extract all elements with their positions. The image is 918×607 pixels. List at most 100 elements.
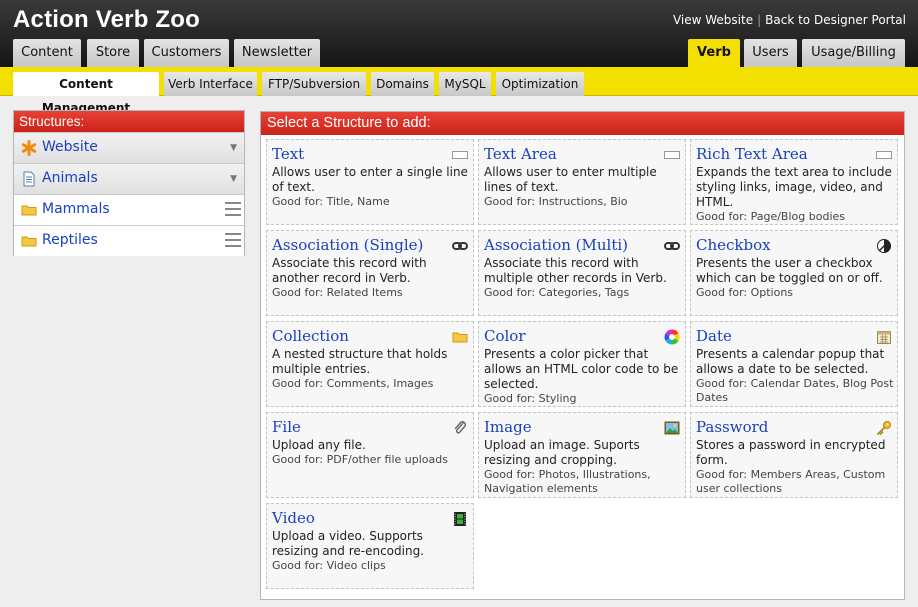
card-good-for: Good for: Members Areas, Custom user col… [696,468,886,495]
card-title: File [272,418,301,436]
card-title: Date [696,327,732,345]
paperclip-icon [454,421,466,434]
card-description: Expands the text area to include styling… [696,165,892,209]
select-structure-panel: Select a Structure to add: Text Allows u… [260,111,905,600]
subtab-domains[interactable]: Domains [371,72,434,96]
top-links: View Website | Back to Designer Portal [673,13,906,27]
structure-card-color[interactable]: Color Presents a color picker that allow… [478,321,686,407]
card-title: Checkbox [696,236,771,254]
card-good-for: Good for: Video clips [272,559,386,572]
card-title: Video [272,509,315,527]
view-website-link[interactable]: View Website [673,13,753,27]
card-description: Associate this record with another recor… [272,256,427,285]
card-good-for: Good for: Title, Name [272,195,390,208]
card-description: Presents a calendar popup that allows a … [696,347,885,376]
card-description: Upload any file. [272,438,366,452]
structure-card-date[interactable]: Date Presents a calendar popup that allo… [690,321,898,407]
toggle-icon [877,239,891,253]
card-description: Stores a password in encrypted form. [696,438,886,467]
card-title: Rich Text Area [696,145,808,163]
structures-panel: Structures: Website ▼ Animals ▼ Mammals … [13,110,245,256]
link-icon [664,242,680,250]
subtab-content-management[interactable]: Content Management [13,72,159,115]
color-wheel-icon [664,329,680,345]
tab-newsletter[interactable]: Newsletter [234,39,320,67]
structure-card-file[interactable]: File Upload any file. Good for: PDF/other… [266,412,474,498]
subtab-verb-interface[interactable]: Verb Interface [164,72,257,96]
link-icon [452,242,468,250]
structure-label: Animals [42,170,98,186]
card-good-for: Good for: Calendar Dates, Blog Post Date… [696,377,894,404]
structure-card-text[interactable]: Text Allows user to enter a single line … [266,139,474,225]
card-good-for: Good for: Photos, Illustrations, Navigat… [484,468,651,495]
chevron-down-icon[interactable]: ▼ [230,174,237,184]
card-description: Presents the user a checkbox which can b… [696,256,883,285]
card-title: Text Area [484,145,557,163]
structure-card-association-single[interactable]: Association (Single) Associate this reco… [266,230,474,316]
card-title: Text [272,145,305,163]
card-description: Allows user to enter multiple lines of t… [484,165,657,194]
tab-store[interactable]: Store [87,39,139,67]
page-icon [23,171,35,187]
folder-icon [21,205,37,216]
subtab-ftp-subversion[interactable]: FTP/Subversion [262,72,366,96]
structure-card-image[interactable]: Image Upload an image. Suports resizing … [478,412,686,498]
card-title: Collection [272,327,349,345]
link-separator: | [757,13,762,27]
drag-handle-icon[interactable] [225,233,241,249]
structure-item-mammals[interactable]: Mammals [14,194,244,225]
card-description: A nested structure that holds multiple e… [272,347,448,376]
structure-card-password[interactable]: Password Stores a password in encrypted … [690,412,898,498]
card-description: Upload an image. Suports resizing and cr… [484,438,640,467]
tab-customers[interactable]: Customers [144,39,229,67]
tab-verb[interactable]: Verb [688,39,740,67]
calendar-icon [877,331,891,344]
structure-item-website[interactable]: Website ▼ [14,132,244,163]
card-description: Associate this record with multiple othe… [484,256,667,285]
image-icon [664,421,680,435]
card-title: Association (Multi) [484,236,629,254]
card-good-for: Good for: Categories, Tags [484,286,630,299]
structure-card-association-multi[interactable]: Association (Multi) Associate this recor… [478,230,686,316]
card-description: Presents a color picker that allows an H… [484,347,679,391]
structure-card-video[interactable]: Video Upload a video. Supports resizing … [266,503,474,589]
structure-item-animals[interactable]: Animals ▼ [14,163,244,194]
structure-label: Reptiles [42,232,98,248]
card-title: Password [696,418,769,436]
back-to-portal-link[interactable]: Back to Designer Portal [765,13,906,27]
card-good-for: Good for: Related Items [272,286,403,299]
sub-navigation: Content Management Verb Interface FTP/Su… [0,67,918,115]
card-title: Association (Single) [272,236,424,254]
card-good-for: Good for: Comments, Images [272,377,434,390]
card-good-for: Good for: PDF/other file uploads [272,453,448,466]
chevron-down-icon[interactable]: ▼ [230,143,237,153]
card-good-for: Good for: Styling [484,392,577,405]
structure-card-text-area[interactable]: Text Area Allows user to enter multiple … [478,139,686,225]
folder-icon [452,332,468,343]
key-icon [877,421,891,435]
tab-users[interactable]: Users [744,39,797,67]
tab-content[interactable]: Content [13,39,81,67]
film-icon [454,512,466,526]
text-field-icon [452,151,468,159]
asterisk-icon [21,140,37,156]
card-description: Upload a video. Supports resizing and re… [272,529,424,558]
structure-item-reptiles[interactable]: Reptiles [14,225,244,256]
card-good-for: Good for: Page/Blog bodies [696,210,845,223]
card-title: Color [484,327,526,345]
text-area-icon [664,151,680,159]
rich-text-icon [876,151,892,159]
structure-card-collection[interactable]: Collection A nested structure that holds… [266,321,474,407]
structures-heading: Structures: [14,111,244,132]
structure-label: Website [42,139,98,155]
subtab-optimization[interactable]: Optimization [496,72,584,96]
structure-card-checkbox[interactable]: Checkbox Presents the user a checkbox wh… [690,230,898,316]
drag-handle-icon[interactable] [225,202,241,218]
structure-card-rich-text-area[interactable]: Rich Text Area Expands the text area to … [690,139,898,225]
top-header: Action Verb Zoo View Website | Back to Des… [0,0,918,67]
card-good-for: Good for: Options [696,286,794,299]
tab-usage-billing[interactable]: Usage/Billing [802,39,905,67]
card-good-for: Good for: Instructions, Bio [484,195,628,208]
subtab-mysql[interactable]: MySQL [439,72,491,96]
select-structure-heading: Select a Structure to add: [261,112,904,135]
